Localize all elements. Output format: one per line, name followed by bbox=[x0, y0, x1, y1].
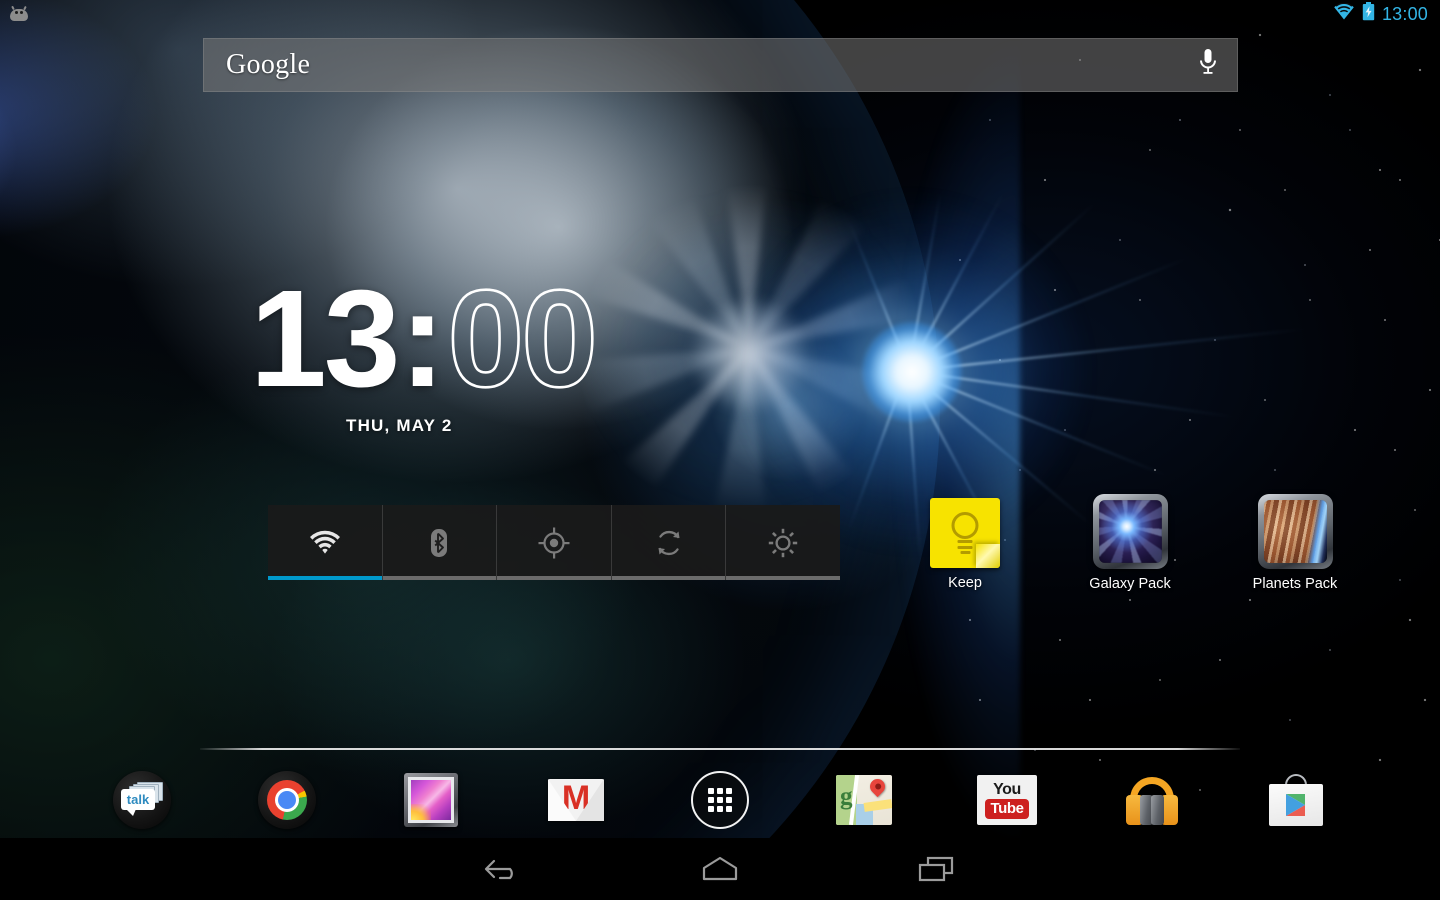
dock: talk M g bbox=[0, 762, 1440, 838]
status-bar[interactable]: 13:00 bbox=[0, 0, 1440, 28]
brightness-toggle[interactable] bbox=[726, 505, 840, 580]
status-bar-notifications[interactable] bbox=[8, 7, 30, 22]
back-button[interactable] bbox=[466, 847, 542, 891]
wifi-indicator bbox=[268, 576, 382, 580]
home-icon bbox=[698, 855, 742, 883]
bluetooth-indicator bbox=[383, 576, 497, 580]
home-icon-label: Keep bbox=[948, 575, 982, 591]
sync-icon bbox=[654, 528, 684, 558]
dock-item-talk[interactable]: talk bbox=[102, 762, 182, 838]
battery-charging-icon bbox=[1362, 2, 1375, 26]
youtube-icon: You Tube bbox=[977, 775, 1037, 825]
status-bar-system-icons[interactable]: 13:00 bbox=[1333, 2, 1428, 26]
sync-indicator bbox=[612, 576, 726, 580]
home-icon-label: Galaxy Pack bbox=[1089, 576, 1170, 592]
dock-item-play-store[interactable] bbox=[1256, 762, 1336, 838]
dock-item-chrome[interactable] bbox=[247, 762, 327, 838]
clock-time: 13 : 00 bbox=[250, 270, 595, 408]
android-robot-icon bbox=[8, 7, 30, 22]
google-logo-text: Google bbox=[226, 49, 310, 81]
google-search-bar[interactable]: Google bbox=[203, 38, 1238, 92]
clock-hours: 13 bbox=[250, 270, 398, 408]
navigation-bar bbox=[0, 838, 1440, 900]
power-control-widget[interactable] bbox=[268, 505, 840, 580]
dock-item-all-apps[interactable] bbox=[680, 762, 760, 838]
bluetooth-toggle[interactable] bbox=[383, 505, 498, 580]
brightness-indicator bbox=[726, 576, 840, 580]
google-keep-icon bbox=[930, 498, 1000, 568]
maps-g-letter: g bbox=[840, 784, 853, 809]
location-indicator bbox=[497, 576, 611, 580]
dock-item-gallery[interactable] bbox=[391, 762, 471, 838]
gallery-icon bbox=[404, 773, 458, 827]
recent-apps-icon bbox=[914, 855, 958, 883]
clock-widget[interactable]: 13 : 00 THU, MAY 2 bbox=[250, 270, 595, 436]
all-apps-icon bbox=[691, 771, 749, 829]
google-talk-icon: talk bbox=[113, 771, 171, 829]
youtube-tube-text: Tube bbox=[985, 799, 1028, 819]
home-icon-label: Planets Pack bbox=[1253, 576, 1338, 592]
google-maps-icon: g bbox=[836, 775, 892, 825]
youtube-you-text: You bbox=[993, 782, 1021, 798]
dock-item-maps[interactable]: g bbox=[824, 762, 904, 838]
talk-bubble-label: talk bbox=[121, 789, 155, 810]
clock-minutes: 00 bbox=[447, 270, 595, 408]
microphone-icon[interactable] bbox=[1197, 48, 1219, 83]
dock-item-youtube[interactable]: You Tube bbox=[967, 762, 1047, 838]
location-toggle[interactable] bbox=[497, 505, 612, 580]
wifi-toggle[interactable] bbox=[268, 505, 383, 580]
play-store-icon bbox=[1269, 774, 1323, 826]
brightness-icon bbox=[768, 528, 798, 558]
wallpaper-sun-flare bbox=[862, 322, 962, 422]
clock-separator: : bbox=[400, 270, 446, 408]
play-music-icon bbox=[1124, 775, 1180, 825]
clock-date: THU, MAY 2 bbox=[346, 416, 595, 436]
dock-item-gmail[interactable]: M bbox=[536, 762, 616, 838]
home-icon-keep[interactable]: Keep bbox=[900, 498, 1030, 591]
wifi-icon bbox=[1333, 3, 1355, 25]
dock-divider bbox=[200, 748, 1240, 750]
sync-toggle[interactable] bbox=[612, 505, 727, 580]
wifi-icon bbox=[308, 530, 342, 556]
bluetooth-icon bbox=[428, 528, 450, 558]
map-pin-icon bbox=[867, 776, 888, 797]
status-bar-clock: 13:00 bbox=[1382, 4, 1428, 25]
chrome-icon bbox=[258, 771, 316, 829]
recent-apps-button[interactable] bbox=[898, 847, 974, 891]
home-icon-planets-pack[interactable]: Planets Pack bbox=[1230, 494, 1360, 592]
location-icon bbox=[538, 527, 570, 559]
gmail-icon: M bbox=[548, 779, 604, 821]
home-icon-galaxy-pack[interactable]: Galaxy Pack bbox=[1065, 494, 1195, 592]
galaxy-pack-icon bbox=[1093, 494, 1168, 569]
home-button[interactable] bbox=[682, 847, 758, 891]
dock-item-play-music[interactable] bbox=[1112, 762, 1192, 838]
back-arrow-icon bbox=[482, 855, 526, 883]
planets-pack-icon bbox=[1258, 494, 1333, 569]
